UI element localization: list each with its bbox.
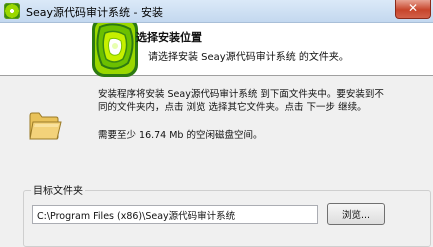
browse-button[interactable]: 浏览... [327, 203, 385, 225]
space-required-text: 需要至少 16.74 Mb 的空闲磁盘空间。 [98, 130, 263, 141]
title-bar: Seay源代码审计系统 - 安装 ✕ [0, 0, 433, 23]
folder-icon [29, 112, 62, 140]
description-line: 同的文件夹内，点击 浏览 选择其它文件夹。点击 下一步 继续。 [98, 102, 367, 113]
seay-logo-icon [92, 23, 138, 77]
page-subtitle: 请选择安装 Seay源代码审计系统 的文件夹。 [148, 52, 349, 63]
page-title: 选择安装位置 [136, 31, 202, 44]
install-description: 安装程序将安装 Seay源代码审计系统 到下面文件夹中。要安装到不 同的文件夹内… [98, 88, 428, 114]
destination-path-input[interactable] [32, 205, 318, 224]
destination-folder-label: 目标文件夹 [31, 182, 85, 197]
close-button[interactable]: ✕ [395, 0, 431, 19]
description-line: 安装程序将安装 Seay源代码审计系统 到下面文件夹中。要安装到不 [98, 89, 384, 100]
wizard-header: 选择安装位置 请选择安装 Seay源代码审计系统 的文件夹。 [0, 23, 433, 77]
window-title: Seay源代码审计系统 - 安装 [26, 6, 163, 19]
app-icon [4, 3, 20, 19]
